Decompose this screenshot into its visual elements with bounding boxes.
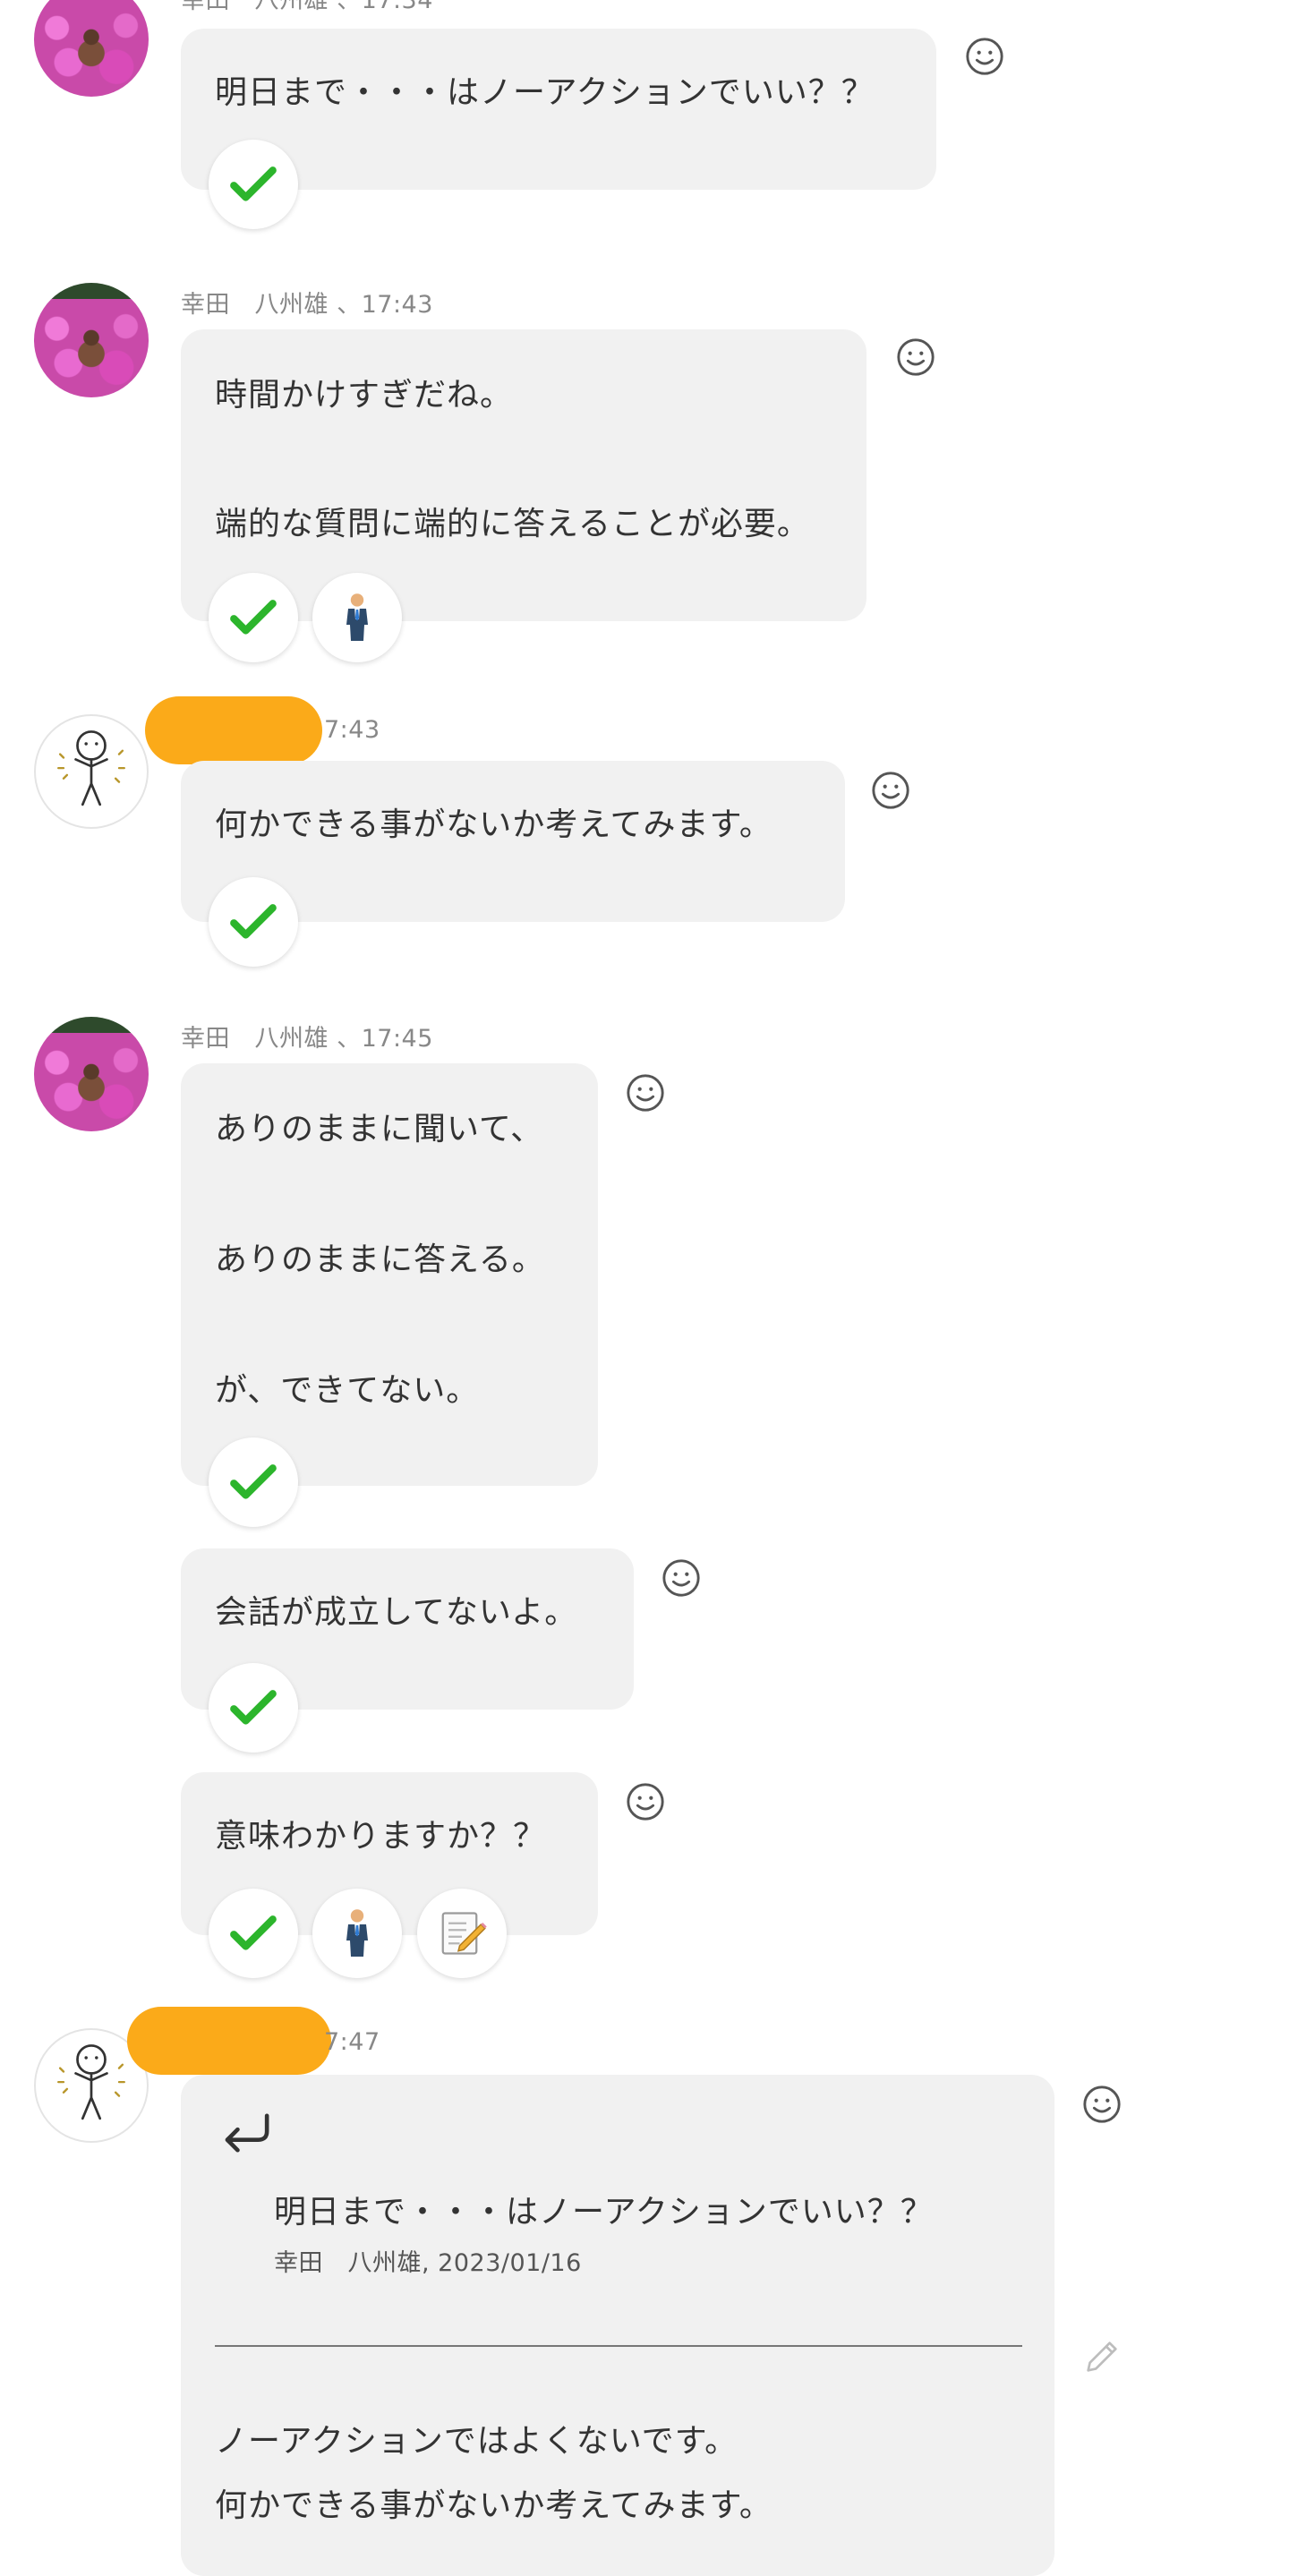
message-text: が、できてない。 [215,1372,480,1409]
smiley-icon [872,772,909,809]
reaction-check[interactable] [209,140,298,229]
message-time: 7:47 [324,2028,380,2056]
message-text: 意味わかりますか？？ [215,1818,547,1855]
smiley-icon [897,338,935,376]
redacted-name [145,696,322,764]
quote-divider [215,2345,1022,2347]
message-text: 明日まで・・・はノーアクションでいい？？ [215,74,875,111]
message-meta: 幸田 八州雄 、17:34 [181,0,433,14]
message-text: ありのままに答える。 [215,1241,545,1278]
reaction-memo[interactable] [417,1889,507,1978]
redacted-name [127,2007,331,2075]
pencil-icon [1087,2341,1117,2372]
man-in-suit-icon [346,1909,368,1957]
message-time: 7:43 [324,716,380,744]
message-bubble: ありのままに聞いて、 ありのままに答える。 が、できてない。 [181,1063,598,1486]
checkmark-icon [230,600,277,635]
add-reaction-button[interactable] [1081,2084,1123,2125]
message-meta: 幸田 八州雄 、17:45 [181,1025,433,1053]
message-meta: 幸田 八州雄 、17:43 [181,291,433,319]
reaction-check[interactable] [209,877,298,967]
message-text: 時間かけすぎだね。 [215,377,514,414]
checkmark-icon [230,904,277,939]
message-text: 何かできる事がないか考えてみます。 [215,2487,773,2524]
message-text: 会話が成立してないよ。 [215,1594,578,1631]
avatar[interactable] [34,0,149,97]
smiley-icon [627,1783,664,1821]
memo-icon [441,1912,487,1955]
checkmark-icon [230,1915,277,1950]
man-in-suit-icon [346,593,368,641]
avatar[interactable] [34,1017,149,1131]
quoted-text: 明日まで・・・はノーアクションでいい？？ [274,2194,934,2231]
checkmark-icon [230,166,277,201]
avatar[interactable] [34,714,149,829]
smiley-icon [627,1074,664,1112]
reaction-check[interactable] [209,1437,298,1527]
reaction-check[interactable] [209,1663,298,1753]
add-reaction-button[interactable] [625,1072,666,1113]
message-text: 端的な質問に端的に答えることが必要。 [215,506,810,542]
reaction-check[interactable] [209,1889,298,1978]
message-text: ありのままに聞いて、 [215,1111,544,1147]
message-text: ノーアクションではよくないです。 [215,2423,738,2460]
reaction-check[interactable] [209,573,298,662]
message-bubble: 時間かけすぎだね。 端的な質問に端的に答えることが必要。 [181,329,866,621]
add-reaction-button[interactable] [964,36,1005,77]
reaction-person[interactable] [312,1889,402,1978]
smiley-icon [966,38,1003,75]
reply-arrow-icon [225,2113,269,2153]
quoted-author: 幸田 八州雄, 2023/01/16 [274,2249,582,2277]
checkmark-icon [230,1690,277,1725]
add-reaction-button[interactable] [870,770,911,811]
add-reaction-button[interactable] [625,1781,666,1822]
edit-button[interactable] [1081,2336,1123,2377]
checkmark-icon [230,1464,277,1499]
reaction-person[interactable] [312,573,402,662]
message-bubble: 明日まで・・・はノーアクションでいい？？ 幸田 八州雄, 2023/01/16 … [181,2075,1054,2576]
add-reaction-button[interactable] [895,337,936,378]
smiley-icon [1083,2086,1121,2123]
add-reaction-button[interactable] [661,1557,702,1599]
smiley-icon [662,1559,700,1597]
stick-figure-icon [57,730,125,806]
avatar[interactable] [34,283,149,397]
message-text: 何かできる事がないか考えてみます。 [215,806,773,843]
